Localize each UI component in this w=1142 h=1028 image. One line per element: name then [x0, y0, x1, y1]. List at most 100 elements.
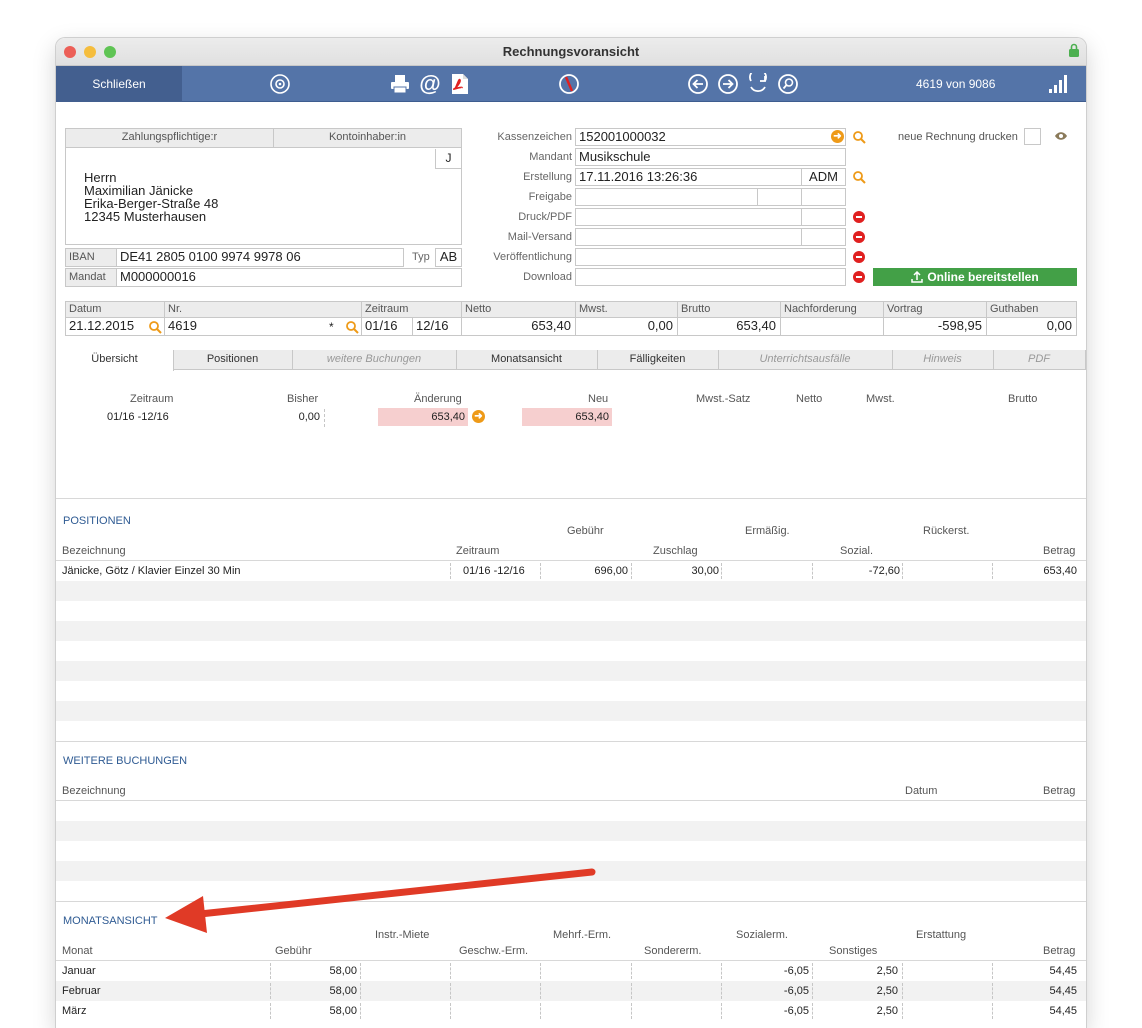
search-icon[interactable]: [345, 320, 359, 334]
summary-mwst[interactable]: 0,00: [575, 317, 678, 336]
toolbar: Schließen @ 4619 von 9086: [56, 66, 1086, 102]
mail-field[interactable]: [575, 228, 802, 246]
table-row: [56, 621, 1086, 641]
tab-bar: Übersicht Positionen weitere Buchungen Mona…: [56, 350, 1086, 371]
new-invoice-label: neue Rechnung drucken: [898, 131, 1018, 143]
eye-icon[interactable]: [1054, 131, 1068, 141]
freigabe-extra-field[interactable]: [801, 188, 846, 206]
arrow-right-icon[interactable]: ➜: [472, 410, 485, 423]
ov-header-zeitraum: Zeitraum: [130, 393, 174, 405]
table-row: Januar 58,00 -6,05 2,50 54,45: [56, 961, 1086, 981]
tab-monatsansicht[interactable]: Monatsansicht: [456, 350, 598, 370]
address-lines: Herrn Maximilian Jänicke Erika-Berger-St…: [84, 171, 218, 223]
summary-zeitraum_from[interactable]: 01/16: [361, 317, 413, 336]
search-icon[interactable]: [777, 73, 799, 95]
new-invoice-checkbox[interactable]: [1024, 128, 1041, 145]
remove-icon[interactable]: [853, 271, 865, 283]
tab-übersicht[interactable]: Übersicht: [56, 350, 174, 371]
mo-header-gebuehr: Gebühr: [275, 945, 312, 957]
ov-header-bisher: Bisher: [287, 393, 319, 405]
ov-header-brutto: Brutto: [1008, 393, 1038, 405]
remove-icon[interactable]: [853, 211, 865, 223]
pos-header-rueckerst: Rückerst.: [923, 525, 970, 537]
download-field[interactable]: [575, 268, 846, 286]
remove-icon[interactable]: [853, 231, 865, 243]
window: Rechnungsvoransicht Schließen @ 4619 von…: [56, 38, 1086, 1028]
close-button[interactable]: Schließen: [56, 66, 182, 102]
gear-icon[interactable]: [269, 73, 291, 95]
mo-monat: Januar: [62, 965, 96, 977]
summary-nachforderung[interactable]: [780, 317, 884, 336]
summary-guthaben[interactable]: 0,00: [986, 317, 1077, 336]
tab-unterrichtsausfälle[interactable]: Unterrichtsausfälle: [718, 350, 893, 370]
refresh-icon[interactable]: [747, 73, 769, 95]
druck-field[interactable]: [575, 208, 802, 226]
divider: [56, 741, 1086, 742]
tab-payer[interactable]: Zahlungspflichtige:r: [65, 128, 274, 148]
wb-header-datum: Datum: [905, 785, 938, 797]
typ-field[interactable]: AB: [435, 248, 462, 267]
tab-positionen[interactable]: Positionen: [173, 350, 293, 370]
tab-fälligkeiten[interactable]: Fälligkeiten: [597, 350, 719, 370]
cell-divider: [360, 963, 361, 979]
mail-user-field[interactable]: [801, 228, 846, 246]
upload-icon: [911, 271, 924, 283]
arrow-right-icon[interactable]: [717, 73, 739, 95]
mo-header-monat: Monat: [62, 945, 93, 957]
arrow-right-icon[interactable]: ➜: [831, 130, 844, 143]
summary-brutto[interactable]: 653,40: [677, 317, 781, 336]
table-row: [56, 661, 1086, 681]
remove-icon[interactable]: [853, 251, 865, 263]
tab-weitere-buchungen[interactable]: weitere Buchungen: [292, 350, 457, 370]
mo-sozialerm: -6,05: [783, 985, 809, 997]
table-row: [56, 841, 1086, 861]
summary-netto[interactable]: 653,40: [461, 317, 576, 336]
at-icon[interactable]: @: [419, 71, 441, 96]
printer-icon[interactable]: [389, 73, 411, 95]
veroeffentlichung-field[interactable]: [575, 248, 846, 266]
erstellung-user-field[interactable]: ADM: [801, 168, 846, 186]
mo-betrag: 54,45: [1049, 985, 1077, 997]
pos-header-betrag: Betrag: [1043, 545, 1076, 557]
freigabe-user-field[interactable]: [757, 188, 802, 206]
summary-header-4: Mwst.: [575, 301, 678, 318]
mo-header-geschw-erm: Geschw.-Erm.: [459, 945, 529, 957]
mandant-field[interactable]: Musikschule: [575, 148, 846, 166]
tab-account-holder[interactable]: Kontoinhaber:in: [273, 128, 462, 148]
pdf-icon[interactable]: [449, 73, 471, 95]
summary-vortrag[interactable]: -598,95: [883, 317, 987, 336]
title-bar: Rechnungsvoransicht: [56, 38, 1086, 66]
pos-header-zeitraum: Zeitraum: [456, 545, 500, 557]
druck-user-field[interactable]: [801, 208, 846, 226]
cell-divider: [631, 963, 632, 979]
tab-hinweis[interactable]: Hinweis: [892, 350, 994, 370]
kassenzeichen-field[interactable]: 152001000032: [575, 128, 846, 146]
table-row: [56, 681, 1086, 701]
j-flag[interactable]: J: [435, 149, 461, 169]
cell-divider: [360, 1003, 361, 1019]
online-publish-button[interactable]: Online bereitstellen: [873, 268, 1077, 286]
signal-icon[interactable]: [1046, 73, 1068, 95]
search-icon[interactable]: [852, 170, 866, 184]
tab-pdf[interactable]: PDF: [993, 350, 1086, 370]
veroeffentlichung-label: Veröffentlichung: [493, 251, 572, 263]
cell-divider: [360, 983, 361, 999]
search-icon[interactable]: [852, 130, 866, 144]
mo-sozialerm: -6,05: [783, 965, 809, 977]
summary-header-5: Brutto: [677, 301, 781, 318]
iban-field[interactable]: DE41 2805 0100 9974 9978 06: [116, 248, 404, 267]
no-entry-icon[interactable]: [558, 73, 580, 95]
summary-header-8: Guthaben: [986, 301, 1077, 318]
ov-aenderung: 653,40: [378, 408, 468, 426]
summary-zeitraum_to[interactable]: 12/16: [412, 317, 462, 336]
pos-zuschlag: 30,00: [691, 565, 719, 577]
arrow-left-icon[interactable]: [687, 73, 709, 95]
freigabe-field[interactable]: [575, 188, 758, 206]
window-title: Rechnungsvoransicht: [502, 44, 640, 59]
search-icon[interactable]: [148, 320, 162, 334]
mandat-field[interactable]: M000000016: [116, 268, 462, 287]
lock-icon: [1069, 43, 1079, 57]
erstellung-field[interactable]: 17.11.2016 13:26:36: [575, 168, 802, 186]
iban-label: IBAN: [65, 248, 117, 267]
positionen-title: POSITIONEN: [63, 515, 131, 527]
